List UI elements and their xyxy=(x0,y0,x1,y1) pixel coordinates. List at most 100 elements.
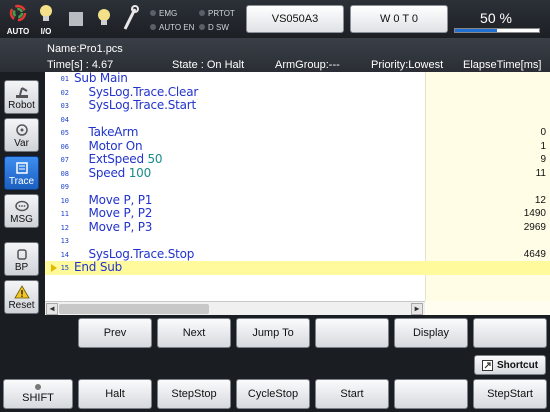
robot-button-label: Robot xyxy=(8,100,35,111)
code-statement: Move P, P2 xyxy=(74,206,153,220)
prev-button[interactable]: Prev xyxy=(78,318,152,348)
start-button[interactable]: Start xyxy=(315,379,389,409)
scroll-thumb[interactable] xyxy=(59,304,209,314)
halt-button[interactable]: Halt xyxy=(78,379,152,409)
priority: Priority:Lowest xyxy=(371,59,444,71)
speed-percent[interactable]: 50 % xyxy=(456,10,536,26)
robot-button[interactable]: Robot xyxy=(4,80,39,114)
trace-icon xyxy=(15,162,28,174)
display-button[interactable]: Display xyxy=(394,318,468,348)
lightbulb-on-icon xyxy=(40,5,52,21)
program-line-current[interactable]: 15 End Sub xyxy=(45,260,550,275)
step-stop-button[interactable]: StepStop xyxy=(157,379,231,409)
next-button[interactable]: Next xyxy=(157,318,231,348)
emg-indicator: EMG xyxy=(150,8,177,19)
program-info-header: Name:Pro1.pcs Time[s] : 4.67 State : On … xyxy=(0,38,550,72)
program-line[interactable]: 05 TakeArm 0 xyxy=(45,125,550,140)
wrench-icon xyxy=(123,5,139,30)
code-text: SysLog.Trace.Start xyxy=(74,98,196,113)
program-line[interactable]: 04 xyxy=(45,113,550,127)
trace-button[interactable]: Trace xyxy=(4,156,39,190)
auto-en-indicator: AUTO EN xyxy=(150,22,194,33)
code-statement: Sub Main xyxy=(74,71,128,85)
elapse-time-value: 2969 xyxy=(523,221,546,233)
work-tool-button[interactable]: W 0 T 0 xyxy=(350,5,448,33)
var-button-label: Var xyxy=(14,138,29,149)
message-icon xyxy=(14,200,29,212)
program-line[interactable]: 09 xyxy=(45,180,550,194)
line-number: 07 xyxy=(60,156,69,164)
lightbulb-icon xyxy=(98,9,110,25)
line-number: 15 xyxy=(60,264,69,272)
line-number: 02 xyxy=(60,88,69,97)
reset-button-label: Reset xyxy=(8,300,35,311)
line-number: 05 xyxy=(60,129,69,137)
elapse-time-value: 11 xyxy=(535,167,546,179)
dsw-label: D SW xyxy=(208,23,229,32)
shortcut-icon xyxy=(481,359,493,371)
code-text: Motor On xyxy=(74,139,142,154)
program-state: State : On Halt xyxy=(172,59,245,71)
program-line[interactable]: 02 SysLog.Trace.Clear xyxy=(45,84,550,100)
var-button[interactable]: Var xyxy=(4,118,39,152)
line-number: 09 xyxy=(60,183,69,191)
line-number: 12 xyxy=(60,223,69,232)
program-line[interactable]: 06 Motor On 1 xyxy=(45,139,550,154)
bp-button[interactable]: BP xyxy=(4,242,39,276)
variable-icon xyxy=(15,124,28,136)
reset-button[interactable]: Reset xyxy=(4,280,39,314)
code-statement: SysLog.Trace.Clear xyxy=(74,84,199,99)
speed-bar xyxy=(454,28,540,33)
empty-function-button-2[interactable] xyxy=(473,318,547,348)
empty-function-button-1[interactable] xyxy=(315,318,389,348)
program-line[interactable]: 14 SysLog.Trace.Stop 4649 xyxy=(45,247,550,262)
auto-mode-indicator: AUTO xyxy=(6,3,30,36)
hand-stop-icon xyxy=(16,249,27,260)
robot-arm-icon xyxy=(15,87,28,98)
jump-to-button[interactable]: Jump To xyxy=(236,318,310,348)
cycle-stop-button[interactable]: CycleStop xyxy=(236,379,310,409)
code-text: ExtSpeed 50 xyxy=(74,152,162,167)
code-text: SysLog.Trace.Stop xyxy=(74,247,194,262)
program-line[interactable] xyxy=(45,275,550,289)
code-statement: Speed xyxy=(74,165,129,180)
program-name: Name:Pro1.pcs xyxy=(47,43,123,55)
shift-button[interactable]: SHIFT xyxy=(3,379,73,409)
emg-led xyxy=(150,10,156,16)
code-text: TakeArm xyxy=(74,125,138,140)
robot-name-button[interactable]: VS050A3 xyxy=(246,5,344,33)
line-number: 01 xyxy=(60,75,69,83)
horizontal-scrollbar[interactable]: ◀ ▶ xyxy=(45,301,425,315)
prtot-led xyxy=(199,10,205,16)
msg-button-label: MSG xyxy=(10,214,33,225)
program-line[interactable]: 13 xyxy=(45,234,550,248)
dsw-led xyxy=(199,24,205,30)
elapse-time-value: 9 xyxy=(540,154,546,165)
elapse-time-value: 0 xyxy=(540,127,546,138)
step-start-button[interactable]: StepStart xyxy=(473,379,547,409)
program-line[interactable]: 10 Move P, P1 12 xyxy=(45,193,550,208)
elapse-time-value: 1490 xyxy=(523,208,546,219)
program-line[interactable]: 07 ExtSpeed 50 9 xyxy=(45,152,550,167)
empty-function-button-3[interactable] xyxy=(394,379,468,409)
tool-indicator xyxy=(118,3,142,35)
shift-label: SHIFT xyxy=(22,392,54,404)
code-text: End Sub xyxy=(74,260,122,275)
program-line[interactable]: 01 Sub Main xyxy=(45,71,550,86)
program-line[interactable]: 08 Speed 100 11 xyxy=(45,165,550,181)
dsw-indicator: D SW xyxy=(199,22,229,33)
scroll-left-icon[interactable]: ◀ xyxy=(46,303,58,315)
lamp-indicator xyxy=(92,3,116,35)
program-line[interactable]: 12 Move P, P3 2969 xyxy=(45,219,550,235)
line-number: 10 xyxy=(60,196,69,205)
code-statement: Move P, P3 xyxy=(74,219,153,234)
program-trace-view[interactable]: 01 Sub Main 02 SysLog.Trace.Clear 03 SysLog… xyxy=(45,71,550,315)
scroll-right-icon[interactable]: ▶ xyxy=(411,303,423,315)
program-line[interactable]: 11 Move P, P2 1490 xyxy=(45,206,550,221)
line-number: 11 xyxy=(60,210,69,218)
elapse-time-value: 1 xyxy=(540,140,546,152)
io-label: I/O xyxy=(40,27,52,36)
msg-button[interactable]: MSG xyxy=(4,194,39,228)
program-line[interactable]: 03 SysLog.Trace.Start xyxy=(45,98,550,113)
shortcut-button[interactable]: Shortcut xyxy=(474,355,546,375)
